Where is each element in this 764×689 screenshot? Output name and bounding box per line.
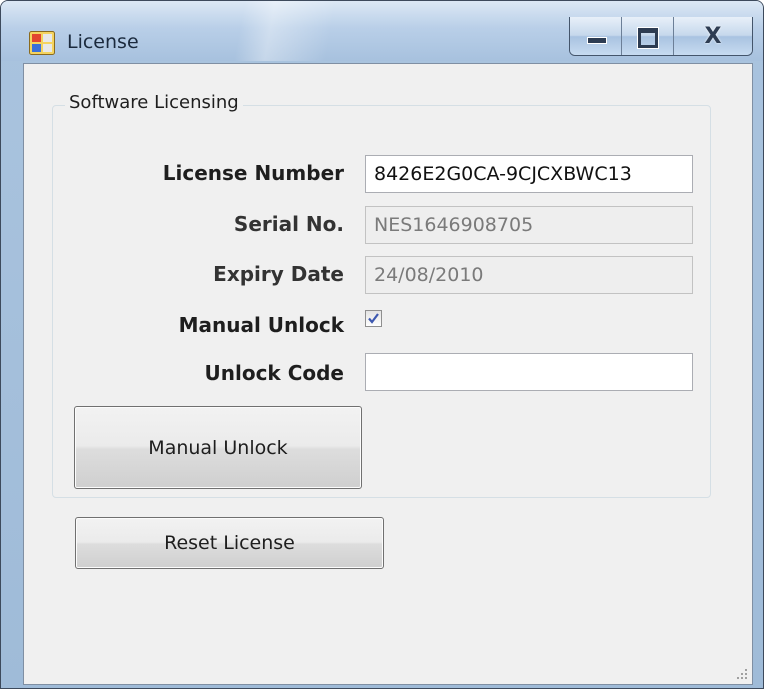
manual-unlock-button[interactable]: Manual Unlock [74,406,362,489]
close-icon: X [704,23,722,49]
maximize-button[interactable] [622,17,674,55]
client-area: Software Licensing License Number 8426E2… [23,63,753,685]
resize-grip-icon[interactable] [736,668,748,680]
maximize-icon [638,28,658,48]
expiry-date-label: Expiry Date [213,262,344,286]
minimize-button[interactable] [570,17,622,55]
window-controls: X [569,17,753,56]
license-number-label: License Number [162,161,344,185]
reset-license-button[interactable]: Reset License [75,517,384,569]
close-button[interactable]: X [674,17,752,55]
window-title: License [67,31,139,53]
serial-no-field[interactable]: NES1646908705 [365,206,693,244]
minimize-icon [587,37,607,44]
expiry-date-field[interactable]: 24/08/2010 [365,256,693,294]
checkmark-icon [368,313,379,324]
unlock-code-field[interactable] [365,353,693,391]
manual-unlock-checkbox[interactable] [365,310,382,327]
unlock-code-label: Unlock Code [204,361,345,385]
title-bar[interactable]: License X [1,1,763,61]
license-window: License X Software Licensing License Num… [0,0,764,689]
serial-no-label: Serial No. [233,212,344,236]
application-icon [29,31,55,55]
group-legend: Software Licensing [65,92,243,113]
manual-unlock-label: Manual Unlock [178,313,344,337]
license-number-field[interactable]: 8426E2G0CA-9CJCXBWC13 [365,155,693,193]
